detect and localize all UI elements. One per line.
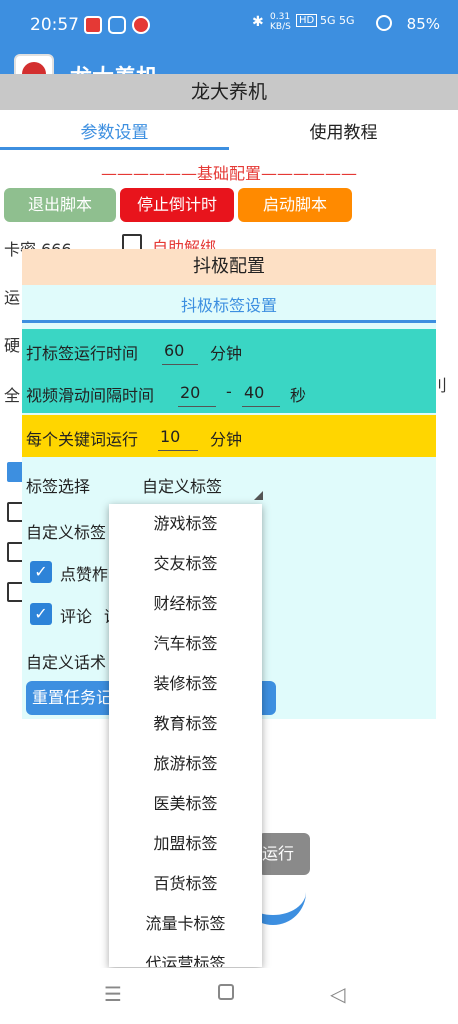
system-nav-bar: ☰ ◁ xyxy=(0,968,458,1024)
custom-tag-label: 自定义标签 xyxy=(26,523,107,542)
tab-tutorial[interactable]: 使用教程 xyxy=(229,114,458,152)
dialog-divider xyxy=(22,320,436,323)
dropdown-option[interactable]: 汽车标签 xyxy=(109,624,262,664)
dropdown-option[interactable]: 财经标签 xyxy=(109,584,262,624)
dropdown-option[interactable]: 代运营标签 xyxy=(109,944,262,967)
start-script-button[interactable]: 启动脚本 xyxy=(238,188,352,222)
dropdown-option[interactable]: 游戏标签 xyxy=(109,504,262,544)
stop-countdown-button[interactable]: 停止倒计时 xyxy=(120,188,234,222)
home-icon[interactable] xyxy=(218,984,234,1000)
bg-label-hard: 硬 xyxy=(4,336,21,355)
bg-label-run: 运 xyxy=(4,288,21,307)
custom-script-label: 自定义话术 xyxy=(26,653,107,672)
keyword-run-row: 每个关键词运行 10 分钟 xyxy=(22,415,436,457)
status-bar: 20:57 ✱ 0.31 KB/S HD 5G 5G 85% xyxy=(0,0,458,52)
dialog-title: 抖极配置 xyxy=(22,249,436,285)
tag-dropdown-menu: 游戏标签 交友标签 财经标签 汽车标签 装修标签 教育标签 旅游标签 医美标签 … xyxy=(109,504,262,967)
dropdown-caret-icon[interactable] xyxy=(254,491,263,500)
tag-run-time-input[interactable]: 60 xyxy=(162,337,198,365)
tag-run-time-row: 打标签运行时间 60 分钟 xyxy=(22,329,436,371)
bg-label-full: 全 xyxy=(4,386,21,405)
battery-level: 85% xyxy=(406,15,440,33)
swipe-interval-max-input[interactable]: 40 xyxy=(242,379,280,407)
dropdown-option[interactable]: 百货标签 xyxy=(109,864,262,904)
exit-script-button[interactable]: 退出脚本 xyxy=(4,188,116,222)
keyword-run-unit: 分钟 xyxy=(210,430,243,449)
swipe-interval-label: 视频滑动间隔时间 xyxy=(26,386,155,405)
menu-icon[interactable]: ☰ xyxy=(104,982,122,1006)
dropdown-option[interactable]: 医美标签 xyxy=(109,784,262,824)
dropdown-option[interactable]: 加盟标签 xyxy=(109,824,262,864)
page-title: 龙大养机 xyxy=(0,74,458,110)
status-time: 20:57 xyxy=(30,15,79,35)
game-notification-icon xyxy=(108,16,126,34)
net-speed: 0.31 KB/S xyxy=(270,12,291,32)
comment-checkbox[interactable]: ✓ xyxy=(30,603,52,625)
keyword-run-label: 每个关键词运行 xyxy=(26,430,139,449)
swipe-interval-unit: 秒 xyxy=(290,386,307,405)
dialog-subtitle: 抖极标签设置 xyxy=(180,296,277,315)
tag-select-dropdown[interactable]: 自定义标签 xyxy=(142,473,222,497)
signal-icon: 5G 5G xyxy=(320,14,355,27)
swipe-interval-min-input[interactable]: 20 xyxy=(178,379,216,407)
hd-icon: HD xyxy=(296,14,318,27)
dropdown-option[interactable]: 交友标签 xyxy=(109,544,262,584)
bluetooth-icon: ✱ xyxy=(252,14,264,30)
comment-label: 评论 xyxy=(60,607,93,626)
tab-indicator xyxy=(0,147,229,150)
seal-notification-icon xyxy=(132,16,150,34)
like-checkbox[interactable]: ✓ xyxy=(30,561,52,583)
swipe-interval-separator: - xyxy=(226,382,232,401)
back-icon[interactable]: ◁ xyxy=(330,982,345,1006)
keyword-run-input[interactable]: 10 xyxy=(158,423,198,451)
dropdown-option[interactable]: 旅游标签 xyxy=(109,744,262,784)
dropdown-option[interactable]: 教育标签 xyxy=(109,704,262,744)
like-extra-label: 柞 xyxy=(92,565,109,584)
section-basic-config: ——————基础配置—————— xyxy=(100,164,357,183)
tag-run-time-unit: 分钟 xyxy=(210,344,243,363)
like-label: 点赞 xyxy=(60,565,93,584)
dropdown-option[interactable]: 装修标签 xyxy=(109,664,262,704)
tag-select-label: 标签选择 xyxy=(26,477,91,496)
dropdown-option[interactable]: 流量卡标签 xyxy=(109,904,262,944)
swipe-interval-row: 视频滑动间隔时间 20 - 40 秒 xyxy=(22,371,436,413)
battery-icon xyxy=(376,15,392,31)
app-notification-icon xyxy=(84,16,102,34)
tag-run-time-label: 打标签运行时间 xyxy=(26,344,139,363)
